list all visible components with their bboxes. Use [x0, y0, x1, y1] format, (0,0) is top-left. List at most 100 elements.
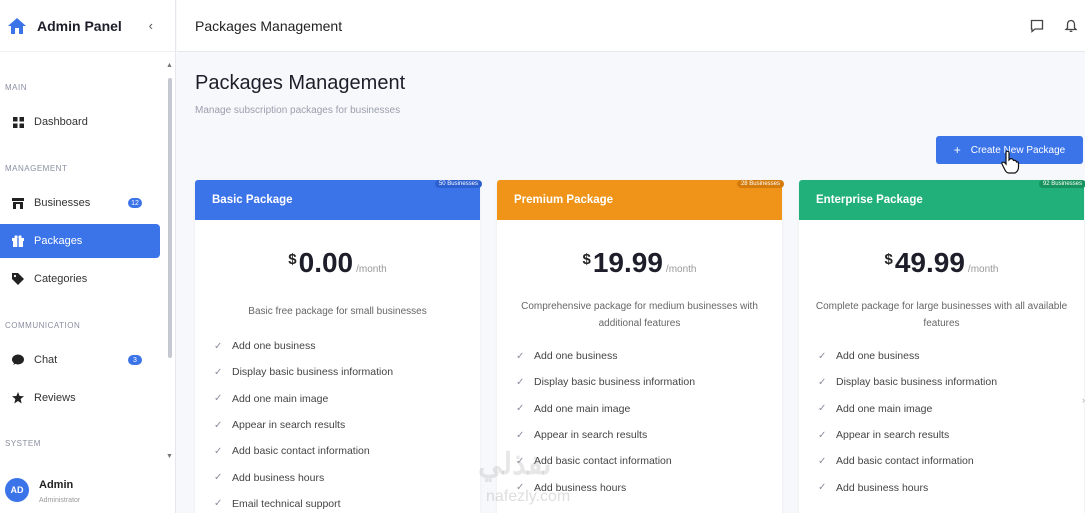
list-item: ✓ Add business hours — [214, 464, 480, 490]
price-period: /month — [356, 264, 387, 275]
price-amount: 19.99 — [592, 247, 663, 278]
sidebar-scrollbar[interactable] — [168, 78, 172, 358]
check-icon: ✓ — [516, 429, 525, 441]
sidebar-item-dashboard[interactable]: Dashboard — [0, 105, 160, 139]
feature-label: Add business hours — [836, 481, 929, 494]
feature-label: Email technical support — [232, 497, 341, 510]
list-item: ✓ Add basic contact information — [516, 448, 782, 474]
sidebar-item-label: Categories — [34, 273, 88, 285]
scroll-up-icon[interactable]: ▲ — [166, 62, 173, 69]
check-icon: ✓ — [818, 376, 827, 388]
feature-label: Display basic business information — [232, 366, 394, 379]
package-header: Basic Package 50 Businesses — [195, 180, 482, 220]
currency-symbol: $ — [884, 251, 893, 268]
section-label-communication: COMMUNICATION — [5, 321, 81, 330]
plus-icon: + — [953, 143, 961, 157]
grid-icon — [11, 115, 25, 129]
feature-label: Add basic contact information — [232, 445, 370, 458]
business-count-badge: 50 Businesses — [434, 180, 482, 188]
list-item: ✓ Add business hours — [818, 474, 1084, 500]
check-icon: ✓ — [818, 350, 827, 362]
feature-label: Add basic contact information — [534, 455, 672, 468]
feature-label: Display basic business information — [836, 376, 998, 389]
page-subtitle: Manage subscription packages for busines… — [195, 105, 401, 116]
list-item: ✓ Email technical support — [214, 491, 480, 513]
list-item: ✓ Appear in search results — [516, 422, 782, 448]
user-role: Administrator — [39, 497, 81, 504]
list-item: ✓ Display basic business information — [516, 369, 782, 395]
package-header: Premium Package 28 Businesses — [497, 180, 784, 220]
user-name: Admin — [39, 479, 74, 491]
section-label-system: SYSTEM — [5, 439, 41, 448]
list-item: ✓ Add basic contact information — [214, 438, 480, 464]
price-amount: 49.99 — [894, 247, 965, 278]
sidebar-item-label: Dashboard — [34, 116, 88, 128]
sidebar-item-packages[interactable]: Packages — [0, 224, 160, 258]
price-period: /month — [665, 264, 697, 275]
feature-list: ✓ Add one business ✓ Display basic busines… — [516, 343, 782, 501]
hand-cursor-icon — [1000, 150, 1020, 179]
check-icon: ✓ — [516, 403, 525, 415]
check-icon: ✓ — [818, 482, 827, 494]
collapse-sidebar-icon[interactable]: ‹ — [149, 18, 153, 33]
package-card-basic: Basic Package 50 Businesses $ 0.00 /mont… — [195, 180, 482, 513]
feature-list: ✓ Add one business ✓ Display basic busines… — [818, 343, 1084, 501]
currency-symbol: $ — [288, 251, 297, 268]
feature-list: ✓ Add one business ✓ Display basic busines… — [214, 333, 480, 513]
sidebar-item-reviews[interactable]: Reviews — [0, 381, 160, 415]
package-header: Enterprise Package 92 Businesses — [799, 180, 1085, 220]
package-name: Premium Package — [514, 194, 614, 206]
feature-label: Add one main image — [232, 392, 329, 405]
brand-title: Admin Panel — [37, 17, 122, 34]
price: $ 19.99 /month — [497, 247, 782, 279]
sidebar-item-businesses[interactable]: Businesses 12 — [0, 186, 160, 220]
check-icon: ✓ — [516, 376, 525, 388]
feature-label: Add business hours — [232, 471, 325, 484]
store-icon — [11, 196, 25, 210]
message-icon[interactable] — [1029, 18, 1045, 34]
list-item: ✓ Add one main image — [516, 396, 782, 422]
sidebar-item-label: Packages — [34, 235, 83, 247]
list-item: ✓ Add one business — [214, 333, 480, 359]
sidebar-brand: Admin Panel ‹ — [0, 0, 175, 52]
check-icon: ✓ — [818, 403, 827, 415]
list-item: ✓ Add one main image — [214, 386, 480, 412]
sidebar-item-label: Reviews — [34, 392, 76, 404]
check-icon: ✓ — [214, 498, 223, 510]
user-profile[interactable]: AD Admin Administrator — [5, 478, 80, 504]
list-item: ✓ Appear in search results — [818, 422, 1084, 448]
list-item: ✓ Add basic contact information — [818, 448, 1084, 474]
gift-icon — [11, 234, 25, 248]
price: $ 0.00 /month — [195, 247, 480, 279]
sidebar: Admin Panel ‹ MAIN Dashboard MANAGEMENT … — [0, 0, 176, 513]
check-icon: ✓ — [214, 472, 223, 484]
check-icon: ✓ — [818, 429, 827, 441]
check-icon: ✓ — [214, 445, 223, 457]
business-count-badge: 92 Businesses — [1038, 180, 1085, 188]
scroll-down-icon[interactable]: ▼ — [166, 453, 173, 460]
check-icon: ✓ — [214, 366, 223, 378]
sidebar-item-chat[interactable]: Chat 3 — [0, 343, 160, 377]
home-icon[interactable] — [6, 15, 28, 37]
bell-icon[interactable] — [1063, 18, 1079, 34]
watermark-url: nafezly.com — [486, 488, 571, 505]
list-item: ✓ Add one main image — [818, 396, 1084, 422]
feature-label: Add one business — [534, 350, 618, 363]
list-item: ✓ Add one business — [516, 343, 782, 369]
check-icon: ✓ — [214, 340, 223, 352]
tag-icon — [11, 272, 25, 286]
list-item: ✓ Display basic business information — [214, 359, 480, 385]
package-description: Basic free package for small businesses — [248, 306, 427, 317]
business-count-badge: 28 Businesses — [736, 180, 784, 188]
check-icon: ✓ — [214, 419, 223, 431]
avatar: AD — [5, 478, 29, 502]
feature-label: Add one business — [836, 350, 920, 363]
feature-label: Display basic business information — [534, 376, 696, 389]
feature-label: Add one main image — [534, 402, 631, 415]
package-description: Complete package for large businesses wi… — [815, 301, 1068, 329]
sidebar-item-categories[interactable]: Categories — [0, 262, 160, 296]
star-icon — [11, 391, 25, 405]
currency-symbol: $ — [582, 251, 591, 268]
section-label-main: MAIN — [5, 83, 27, 92]
package-name: Enterprise Package — [816, 194, 923, 206]
